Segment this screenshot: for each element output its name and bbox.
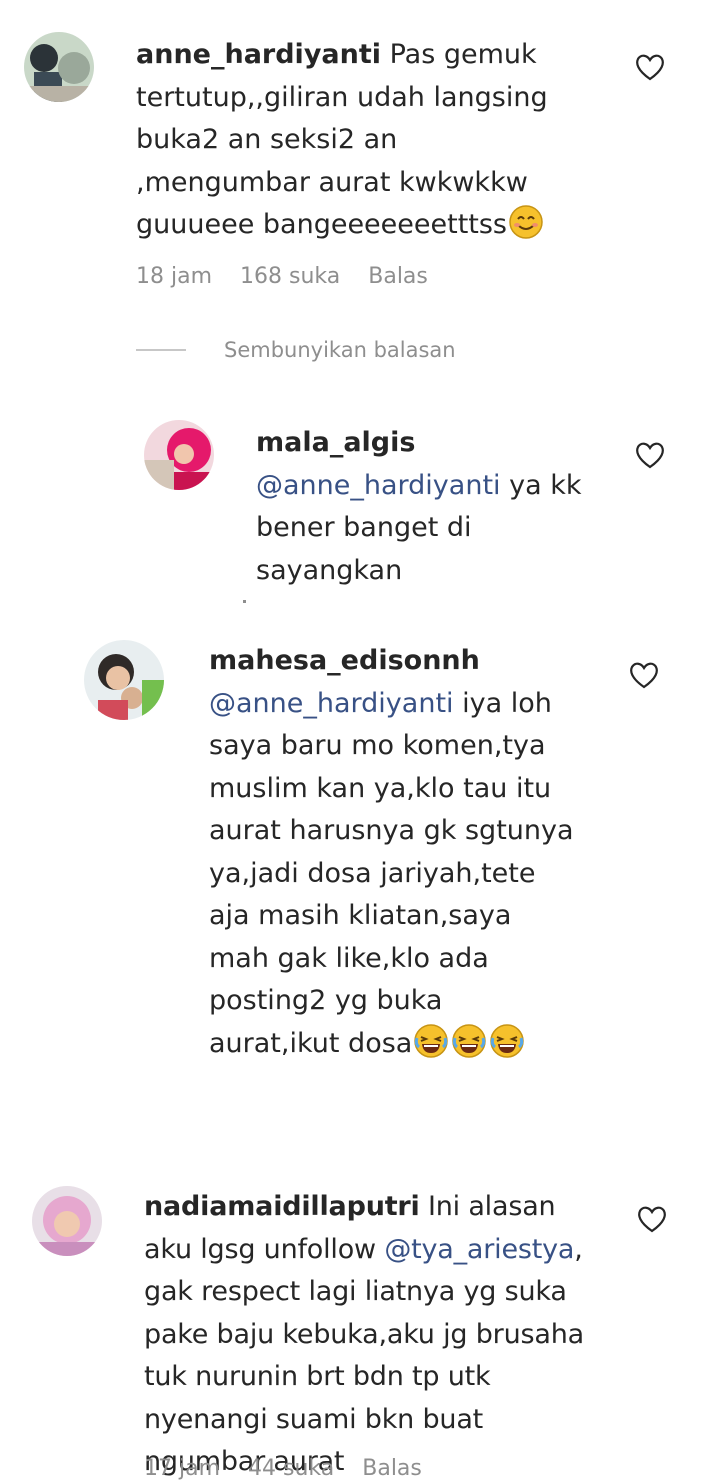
laughing-emoji [489,1023,525,1059]
comment-text: anne_hardiyanti Pas gemuk tertutup,,gili… [136,34,566,247]
comment-text: mala_algis @anne_hardiyanti ya kk bener b… [256,422,596,592]
comment-time: 17 jam [144,1456,221,1481]
comment-likes[interactable]: 168 suka [240,264,340,289]
comment-meta: 18 jam 168 suka Balas [136,264,428,289]
avatar[interactable] [84,640,164,720]
smile-emoji [508,204,544,240]
comment-mention[interactable]: @tya_ariestya [384,1234,574,1265]
divider-line [136,349,186,351]
reply-button[interactable]: Balas [362,1456,422,1481]
like-heart-icon[interactable] [634,52,666,82]
like-heart-icon[interactable] [636,1204,668,1234]
like-heart-icon[interactable] [634,440,666,470]
avatar[interactable] [32,1186,102,1256]
comment-mention[interactable]: @anne_hardiyanti [209,688,454,719]
laughing-emoji [413,1023,449,1059]
comment-username[interactable]: anne_hardiyanti [136,39,381,70]
comment-likes[interactable]: 44 suka [248,1456,334,1481]
comment-username[interactable]: mala_algis [256,427,415,458]
avatar[interactable] [24,32,94,102]
comment-meta: 17 jam 44 suka Balas [144,1456,422,1481]
comment-text: mahesa_edisonnh @anne_hardiyanti iya loh … [209,640,579,1065]
comment-username[interactable]: nadiamaidillaputri [144,1191,420,1222]
hide-replies-button[interactable]: Sembunyikan balasan [136,338,456,362]
reply-button[interactable]: Balas [368,264,428,289]
comment-time: 18 jam [136,264,213,289]
comment-body: iya loh saya baru mo komen,tya muslim ka… [209,687,583,1059]
laughing-emoji [451,1023,487,1059]
comment-body: , gak respect lagi liatnya yg suka pake … [144,1233,593,1478]
hide-replies-label: Sembunyikan balasan [224,338,456,362]
avatar[interactable] [144,420,214,490]
comment-mention[interactable]: @anne_hardiyanti [256,470,501,501]
comment-text: nadiamaidillaputri Ini alasan aku lgsg u… [144,1186,594,1484]
like-heart-icon[interactable] [628,660,660,690]
comment-username[interactable]: mahesa_edisonnh [209,645,480,676]
separator-dot [243,600,246,603]
